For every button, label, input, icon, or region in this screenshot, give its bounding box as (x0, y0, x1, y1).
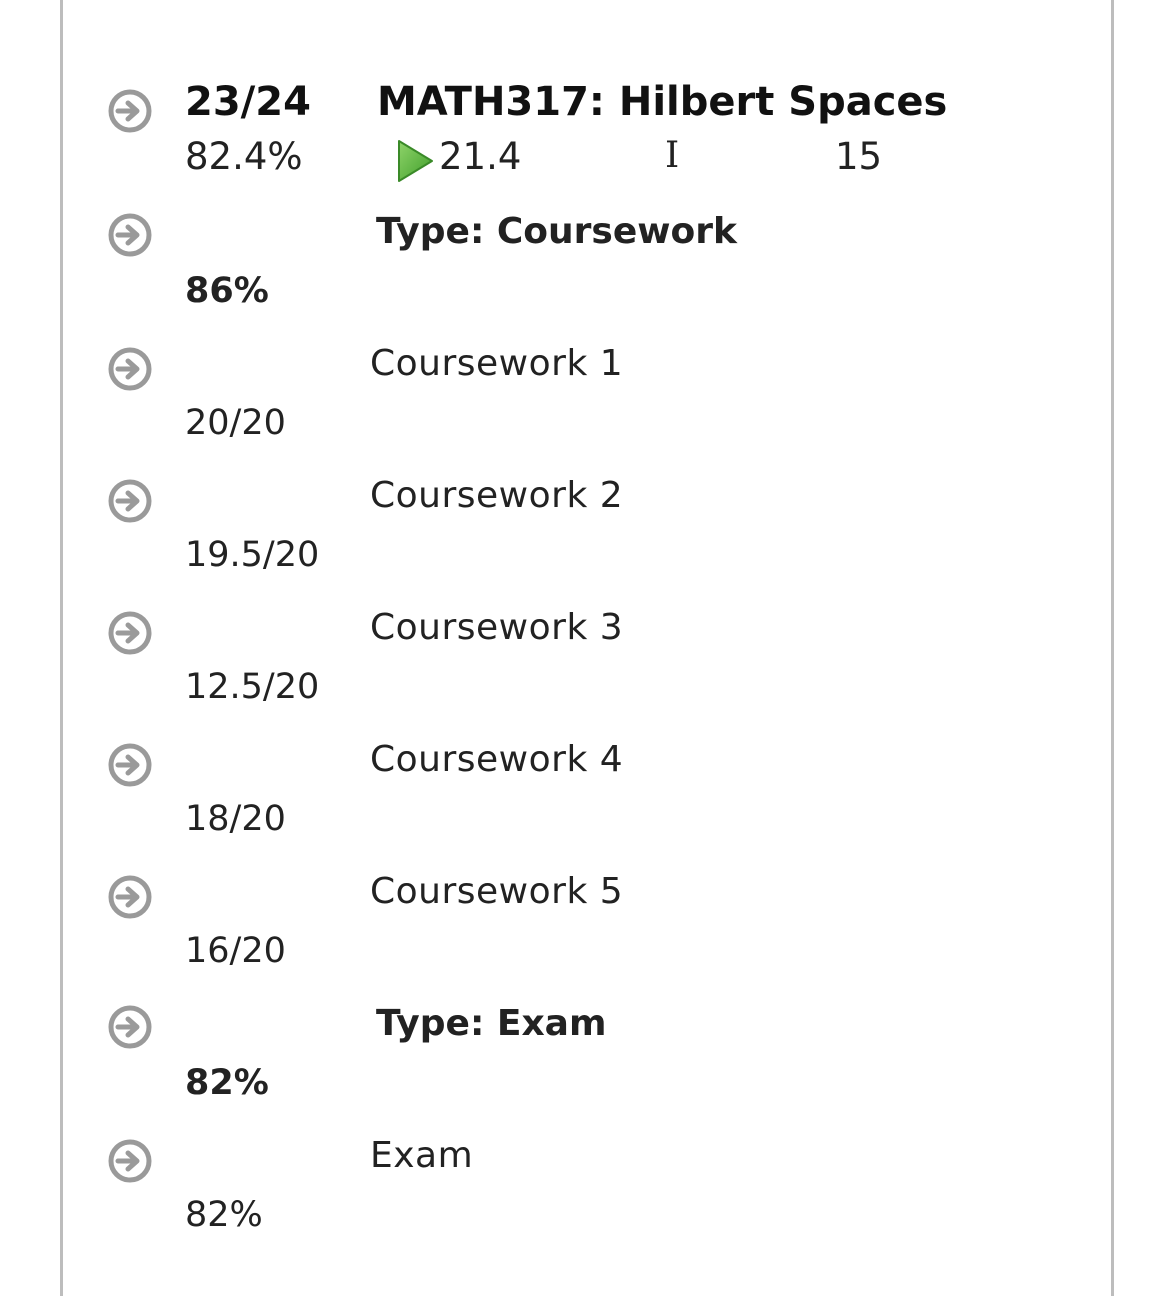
assessment-row[interactable]: Coursework 2 19.5/20 (63, 476, 1111, 596)
assessment-name: Coursework 5 (370, 871, 624, 912)
assessment-score: 18/20 (185, 799, 286, 839)
assessment-row[interactable]: Coursework 1 20/20 (63, 344, 1111, 464)
assessment-name: Coursework 1 (370, 343, 624, 384)
group-heading: Type: Exam (376, 1003, 607, 1044)
arrow-right-circle-icon[interactable] (107, 346, 153, 392)
arrow-right-circle-icon[interactable] (107, 212, 153, 258)
module-score: 23/24 (185, 79, 311, 125)
module-row[interactable]: 23/24 MATH317: Hilbert Spaces 82.4% 21.4… (63, 80, 1111, 200)
module-percent: 82.4% (185, 135, 303, 178)
group-percent: 86% (185, 271, 269, 311)
assessment-row[interactable]: Coursework 3 12.5/20 (63, 608, 1111, 728)
arrow-right-circle-icon[interactable] (107, 478, 153, 524)
assessment-score: 12.5/20 (185, 667, 320, 707)
module-title: MATH317: Hilbert Spaces (377, 79, 948, 125)
arrow-right-circle-icon[interactable] (107, 610, 153, 656)
assessment-row[interactable]: Coursework 4 18/20 (63, 740, 1111, 860)
arrow-right-circle-icon[interactable] (107, 742, 153, 788)
assessment-score: 20/20 (185, 403, 286, 443)
assessment-name: Coursework 3 (370, 607, 624, 648)
group-row-coursework[interactable]: Type: Coursework 86% (63, 212, 1111, 332)
arrow-right-circle-icon[interactable] (107, 1138, 153, 1184)
module-mark-value: 21.4 (439, 135, 522, 178)
arrow-right-circle-icon[interactable] (107, 88, 153, 134)
module-credits: 15 (835, 135, 883, 178)
assessment-row[interactable]: Coursework 5 16/20 (63, 872, 1111, 992)
assessment-score: 16/20 (185, 931, 286, 971)
assessment-score: 82% (185, 1195, 263, 1235)
results-panel: 23/24 MATH317: Hilbert Spaces 82.4% 21.4… (60, 0, 1114, 1296)
green-play-triangle-icon (398, 140, 433, 182)
assessment-name: Coursework 2 (370, 475, 624, 516)
assessment-name: Coursework 4 (370, 739, 624, 780)
arrow-right-circle-icon[interactable] (107, 874, 153, 920)
assessment-name: Exam (370, 1135, 474, 1176)
group-percent: 82% (185, 1063, 269, 1103)
assessment-row[interactable]: Exam 82% (63, 1136, 1111, 1256)
arrow-right-circle-icon[interactable] (107, 1004, 153, 1050)
group-heading: Type: Coursework (376, 211, 737, 252)
group-row-exam[interactable]: Type: Exam 82% (63, 1004, 1111, 1124)
assessment-score: 19.5/20 (185, 535, 320, 575)
module-grade-symbol: I (665, 135, 680, 176)
